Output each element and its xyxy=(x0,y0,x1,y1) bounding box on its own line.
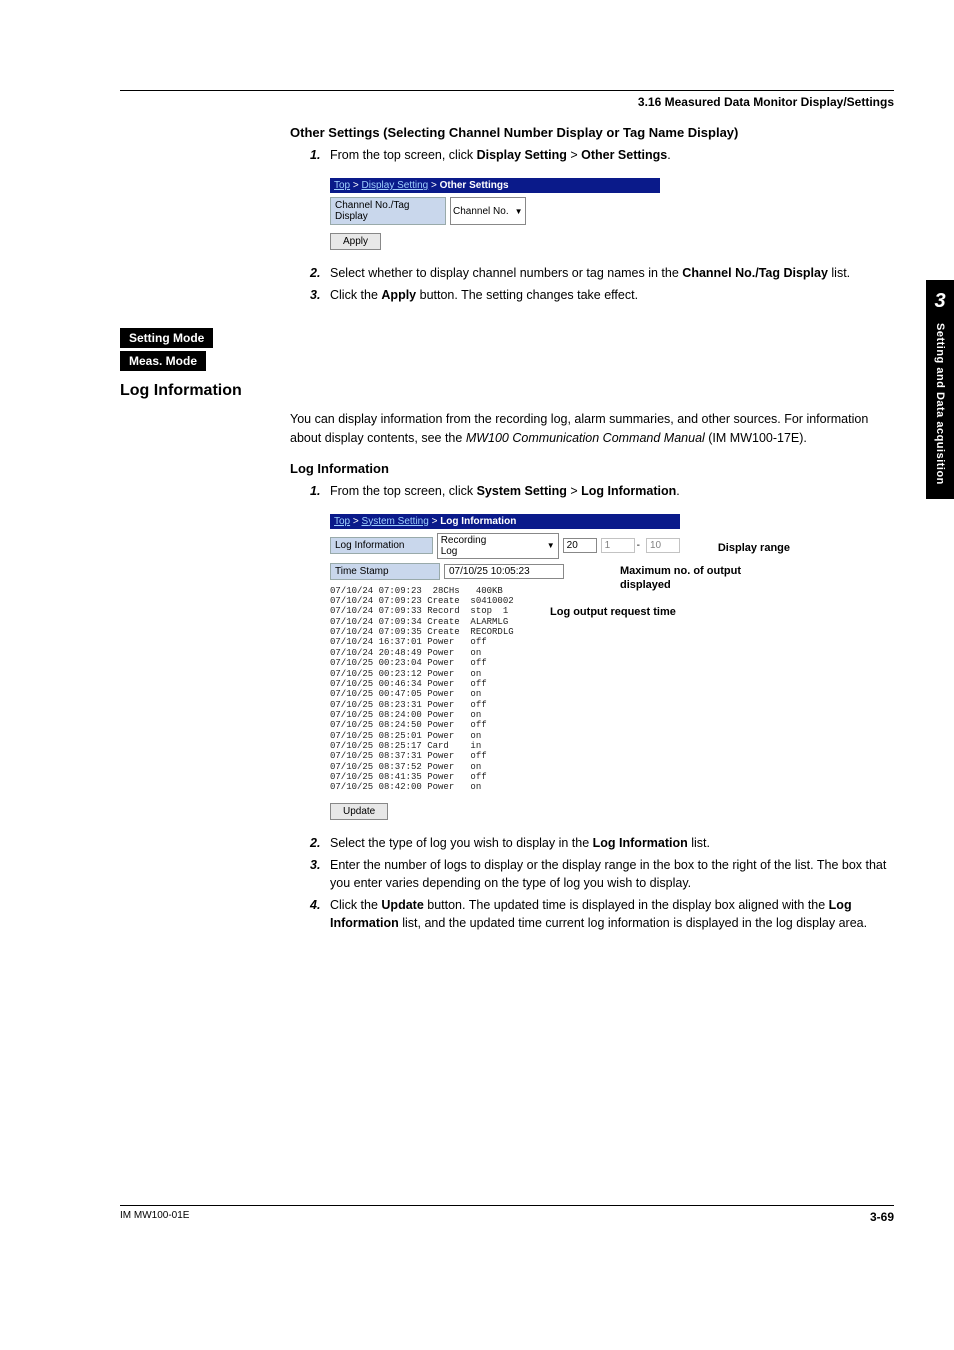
setting-mode-tag: Setting Mode xyxy=(120,328,213,348)
sep: > xyxy=(428,180,439,191)
breadcrumb: Top > System Setting > Log Information xyxy=(330,514,680,529)
chevron-down-icon: ▼ xyxy=(547,541,555,550)
t: Log Information xyxy=(581,484,676,498)
crumb-current: Log Information xyxy=(440,516,516,527)
step-text: From the top screen, click System Settin… xyxy=(330,482,894,500)
log-type-select[interactable]: Recording Log ▼ xyxy=(437,533,559,559)
t: > xyxy=(567,484,581,498)
callout-display-range: Display range xyxy=(630,542,790,554)
mode-tags: Setting Mode Meas. Mode xyxy=(120,328,894,374)
other-settings-heading: Other Settings (Selecting Channel Number… xyxy=(290,125,894,140)
channel-tag-select[interactable]: Channel No. ▼ xyxy=(450,197,526,225)
step-number: 4. xyxy=(310,896,330,932)
callout-request-time: Log output request time xyxy=(550,606,750,618)
t: list. xyxy=(688,836,710,850)
step-number: 1. xyxy=(310,146,330,164)
crumb-top[interactable]: Top xyxy=(334,516,350,527)
sep: > xyxy=(350,516,361,527)
sep: > xyxy=(350,180,361,191)
step-text: Select the type of log you wish to displ… xyxy=(330,834,894,852)
step-number: 3. xyxy=(310,286,330,304)
step-1: 1. From the top screen, click Display Se… xyxy=(310,146,894,164)
crumb-system-setting[interactable]: System Setting xyxy=(362,516,429,527)
step-number: 3. xyxy=(310,856,330,892)
header-rule xyxy=(120,90,894,91)
t: button. The setting changes take effect. xyxy=(416,288,638,302)
log-information-heading: Log Information xyxy=(120,382,894,400)
t: button. The updated time is displayed in… xyxy=(424,898,829,912)
step-text: Enter the number of logs to display or t… xyxy=(330,856,894,892)
step-2: 2. Select whether to display channel num… xyxy=(310,264,894,282)
update-button[interactable]: Update xyxy=(330,803,388,820)
step-2: 2. Select the type of log you wish to di… xyxy=(310,834,894,852)
t: Channel No./Tag Display xyxy=(682,266,828,280)
other-settings-screenshot: Top > Display Setting > Other Settings C… xyxy=(330,178,660,250)
chapter-number: 3 xyxy=(926,290,954,313)
t: . xyxy=(667,148,670,162)
log-info-subheading: Log Information xyxy=(290,461,894,476)
log-info-intro: You can display information from the rec… xyxy=(290,410,894,446)
crumb-top[interactable]: Top xyxy=(334,180,350,191)
t: From the top screen, click xyxy=(330,148,477,162)
step-4: 4. Click the Update button. The updated … xyxy=(310,896,894,932)
t: Log Information xyxy=(593,836,688,850)
t: System Setting xyxy=(477,484,567,498)
chevron-down-icon: ▼ xyxy=(515,207,523,216)
t: Display Setting xyxy=(477,148,567,162)
step-number: 1. xyxy=(310,482,330,500)
t: Select whether to display channel number… xyxy=(330,266,682,280)
log-info-screenshot-wrap: Top > System Setting > Log Information L… xyxy=(330,514,760,820)
manual-title: MW100 Communication Command Manual xyxy=(466,431,705,445)
t: Click the xyxy=(330,288,381,302)
t: . xyxy=(676,484,679,498)
t: Click the xyxy=(330,898,381,912)
channel-tag-label: Channel No./Tag Display xyxy=(330,197,446,225)
t: (IM MW100-17E). xyxy=(705,431,807,445)
setting-row: Channel No./Tag Display Channel No. ▼ xyxy=(330,197,660,225)
crumb-display-setting[interactable]: Display Setting xyxy=(362,180,429,191)
page: 3.16 Measured Data Monitor Display/Setti… xyxy=(0,0,954,1260)
page-footer: IM MW100-01E 3-69 xyxy=(120,1205,894,1224)
meas-mode-tag: Meas. Mode xyxy=(120,351,206,371)
step-text: Select whether to display channel number… xyxy=(330,264,894,282)
t: Apply xyxy=(381,288,416,302)
t: Update xyxy=(381,898,423,912)
step-number: 2. xyxy=(310,264,330,282)
section-header: 3.16 Measured Data Monitor Display/Setti… xyxy=(120,95,894,109)
page-number: 3-69 xyxy=(870,1210,894,1224)
max-output-input[interactable]: 20 xyxy=(563,538,597,553)
step-text: From the top screen, click Display Setti… xyxy=(330,146,894,164)
select-value: Recording Log xyxy=(441,535,497,557)
select-value: Channel No. xyxy=(453,206,509,217)
step-1: 1. From the top screen, click System Set… xyxy=(310,482,894,500)
step-text: Click the Update button. The updated tim… xyxy=(330,896,894,932)
log-info-label: Log Information xyxy=(330,537,433,554)
sep: > xyxy=(429,516,440,527)
other-settings-steps: 1. From the top screen, click Display Se… xyxy=(310,146,894,164)
step-text: Click the Apply button. The setting chan… xyxy=(330,286,894,304)
log-info-step1: 1. From the top screen, click System Set… xyxy=(310,482,894,500)
t: list. xyxy=(828,266,850,280)
crumb-current: Other Settings xyxy=(440,180,509,191)
log-info-screenshot: Top > System Setting > Log Information L… xyxy=(330,514,680,820)
apply-button[interactable]: Apply xyxy=(330,233,381,250)
t: Other Settings xyxy=(581,148,667,162)
chapter-tab: 3 Setting and Data acquisition xyxy=(926,280,954,499)
t: list, and the updated time current log i… xyxy=(399,916,867,930)
step-3: 3. Enter the number of logs to display o… xyxy=(310,856,894,892)
breadcrumb: Top > Display Setting > Other Settings xyxy=(330,178,660,193)
t: > xyxy=(567,148,581,162)
step-3: 3. Click the Apply button. The setting c… xyxy=(310,286,894,304)
log-type-row: Log Information Recording Log ▼ 20 1 - 1… xyxy=(330,533,680,559)
callout-max-output: Maximum no. of output displayed xyxy=(620,564,790,593)
chapter-label: Setting and Data acquisition xyxy=(934,323,946,485)
doc-id: IM MW100-01E xyxy=(120,1210,189,1224)
other-settings-steps-2: 2. Select whether to display channel num… xyxy=(310,264,894,304)
timestamp-label: Time Stamp xyxy=(330,563,440,580)
step-number: 2. xyxy=(310,834,330,852)
t: From the top screen, click xyxy=(330,484,477,498)
timestamp-value: 07/10/25 10:05:23 xyxy=(444,564,564,579)
log-info-steps-rest: 2. Select the type of log you wish to di… xyxy=(310,834,894,933)
t: Select the type of log you wish to displ… xyxy=(330,836,593,850)
